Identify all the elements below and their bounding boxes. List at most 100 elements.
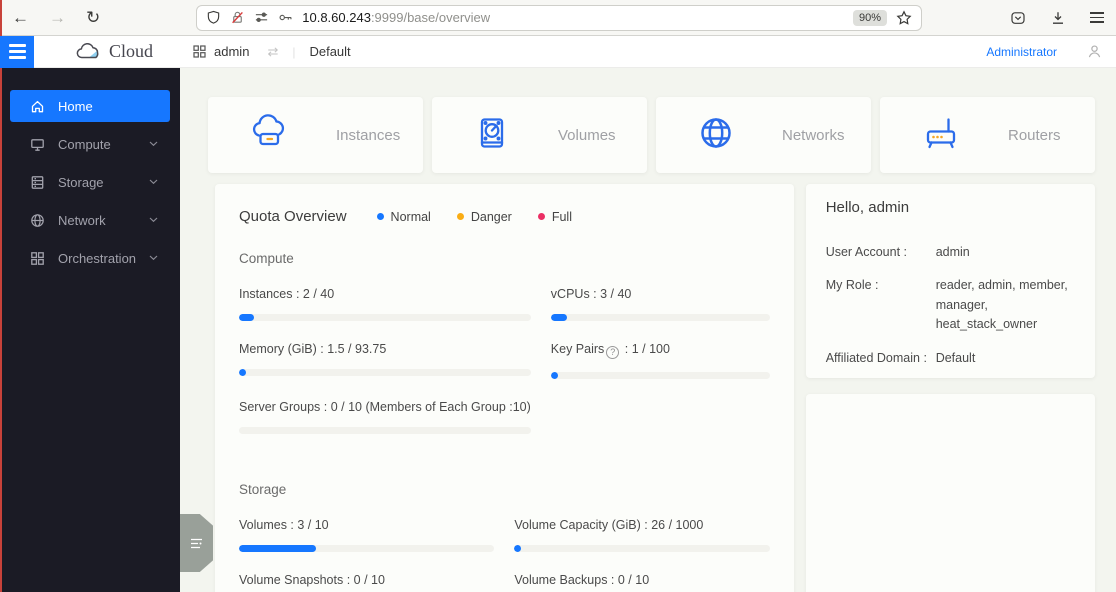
chevron-down-icon [149, 217, 158, 223]
app-logo-text: Cloud [109, 41, 154, 61]
browser-back-button[interactable]: ← [12, 9, 29, 26]
summary-card[interactable]: Volumes [432, 97, 647, 173]
summary-card[interactable]: Instances [208, 97, 423, 173]
browser-menu-icon[interactable] [1090, 11, 1104, 24]
user-info-value: reader, admin, member, manager, heat_sta… [935, 278, 1068, 332]
user-info-label: My Role : [825, 278, 879, 293]
compute-icon [30, 137, 45, 152]
insecure-lock-icon[interactable] [230, 10, 245, 25]
instances-icon [246, 111, 292, 160]
project-grid-icon [193, 45, 206, 58]
chevron-down-icon [149, 141, 158, 147]
browser-chrome: ← → ↻ 10.8.60.243:9999/base/overview 90% [0, 0, 1116, 36]
storage-section-title: Storage [239, 481, 287, 497]
window-edge-highlight [0, 0, 2, 592]
console-drawer-handle[interactable] [180, 514, 213, 572]
user-avatar-icon[interactable] [1087, 44, 1102, 59]
quota-progress-track [550, 314, 770, 321]
cloud-logo-icon [76, 43, 99, 59]
sidebar-item-label: Storage [58, 174, 104, 190]
user-info-row: User Account : admin [826, 243, 1075, 262]
quota-item: Memory (GiB) : 1.5 / 93.75 [239, 342, 531, 379]
quota-progress-track [239, 314, 531, 321]
sidebar-item-label: Network [58, 212, 106, 228]
sidebar-item-label: Compute [58, 136, 111, 152]
quota-item: Instances : 2 / 40 [239, 287, 531, 321]
header-divider: | [292, 44, 296, 59]
shield-icon[interactable] [206, 10, 221, 25]
administrator-link[interactable]: Administrator [986, 45, 1057, 59]
sidebar-item[interactable]: Storage [10, 166, 170, 198]
quota-overview-card: Quota Overview Normal Danger Full Comput… [215, 184, 794, 592]
volumes-icon [470, 111, 514, 160]
quota-item: Volume Snapshots : 0 / 10 [239, 573, 494, 592]
quota-item: Volume Backups : 0 / 10 [514, 573, 769, 592]
summary-card-label: Instances [336, 126, 401, 144]
quota-progress-track [550, 371, 770, 379]
sidebar-item[interactable]: Network [10, 204, 170, 236]
quota-item-label: Volume Backups : 0 / 10 [514, 572, 650, 587]
sidebar-item[interactable]: Home [10, 90, 170, 122]
sidebar-item-label: Orchestration [58, 250, 137, 266]
secondary-panel-card [805, 394, 1095, 592]
quota-progress-track [239, 544, 495, 552]
quota-progress-fill [239, 314, 254, 321]
domain-name: Default [309, 44, 351, 59]
summary-card[interactable]: Routers [880, 97, 1095, 173]
summary-card-label: Routers [1008, 126, 1061, 144]
download-icon[interactable] [1050, 10, 1066, 26]
legend-item: Full [537, 209, 572, 224]
address-bar[interactable]: 10.8.60.243:9999/base/overview 90% [196, 4, 922, 31]
quota-item-label: Volumes : 3 / 10 [239, 517, 329, 532]
legend-dot [456, 213, 464, 220]
sidebar-toggle-button[interactable] [0, 35, 34, 68]
help-icon[interactable]: ? [606, 345, 620, 359]
app-header: Cloud admin ⇄ | Default Administrator [0, 35, 1116, 68]
quota-item: Volumes : 3 / 10 [239, 517, 495, 552]
user-info-card: Hello, admin User Account : admin My Rol… [805, 184, 1095, 378]
legend-item: Danger [456, 210, 512, 224]
user-info-value: Default [935, 350, 976, 365]
routers-icon [918, 111, 964, 160]
project-switcher[interactable]: admin ⇄ | Default [193, 44, 351, 60]
quota-item-label: Key Pairs? : 1 / 100 [550, 342, 670, 359]
key-icon[interactable] [278, 10, 293, 25]
greeting: Hello, admin [825, 199, 910, 216]
browser-forward-button[interactable]: → [49, 9, 66, 26]
page-zoom-badge[interactable]: 90% [852, 9, 887, 26]
quota-overview-title: Quota Overview [239, 208, 347, 225]
url-text[interactable]: 10.8.60.243:9999/base/overview [302, 10, 490, 25]
bookmark-star-icon[interactable] [896, 9, 912, 26]
legend-label: Normal [390, 209, 431, 224]
legend-item: Normal [376, 209, 431, 224]
home-icon [30, 99, 45, 114]
permissions-icon[interactable] [254, 10, 269, 25]
legend-dot [376, 213, 384, 220]
quota-item: Server Groups : 0 / 10 (Members of Each … [239, 400, 531, 434]
user-info-value: admin [935, 245, 970, 259]
browser-reload-button[interactable]: ↻ [86, 9, 100, 26]
project-name: admin [214, 44, 250, 59]
user-info-label: Affiliated Domain : [825, 350, 927, 365]
summary-card[interactable]: Networks [656, 97, 871, 173]
pocket-icon[interactable] [1010, 10, 1026, 26]
compute-section-title: Compute [239, 251, 294, 266]
sidebar-item[interactable]: Orchestration [10, 242, 170, 274]
switch-project-icon[interactable]: ⇄ [267, 44, 278, 60]
quota-progress-track [514, 544, 770, 552]
quota-legend: Normal Danger Full [376, 209, 572, 224]
quota-item-label: Volume Snapshots : 0 / 10 [239, 572, 385, 587]
quota-item: Key Pairs? : 1 / 100 [550, 342, 770, 379]
app-logo[interactable]: Cloud [76, 41, 153, 62]
legend-label: Full [551, 209, 572, 224]
user-info-label: User Account : [825, 245, 907, 259]
networks-icon [694, 111, 738, 160]
sidebar-item[interactable]: Compute [10, 128, 170, 160]
user-info-row: My Role : reader, admin, member, manager… [826, 276, 1075, 334]
quota-item: vCPUs : 3 / 40 [550, 287, 770, 321]
quota-progress-fill [514, 544, 522, 552]
sidebar-item-label: Home [58, 98, 93, 114]
quota-item-label: vCPUs : 3 / 40 [550, 287, 632, 301]
user-info-row: Affiliated Domain : Default [826, 349, 1075, 368]
quota-item-label: Memory (GiB) : 1.5 / 93.75 [239, 342, 387, 356]
